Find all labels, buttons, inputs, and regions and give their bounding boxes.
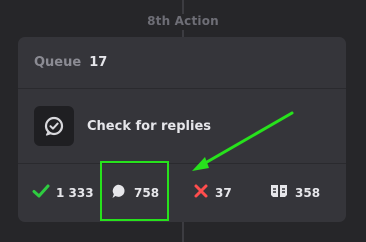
annotation-arrow: [192, 111, 294, 171]
